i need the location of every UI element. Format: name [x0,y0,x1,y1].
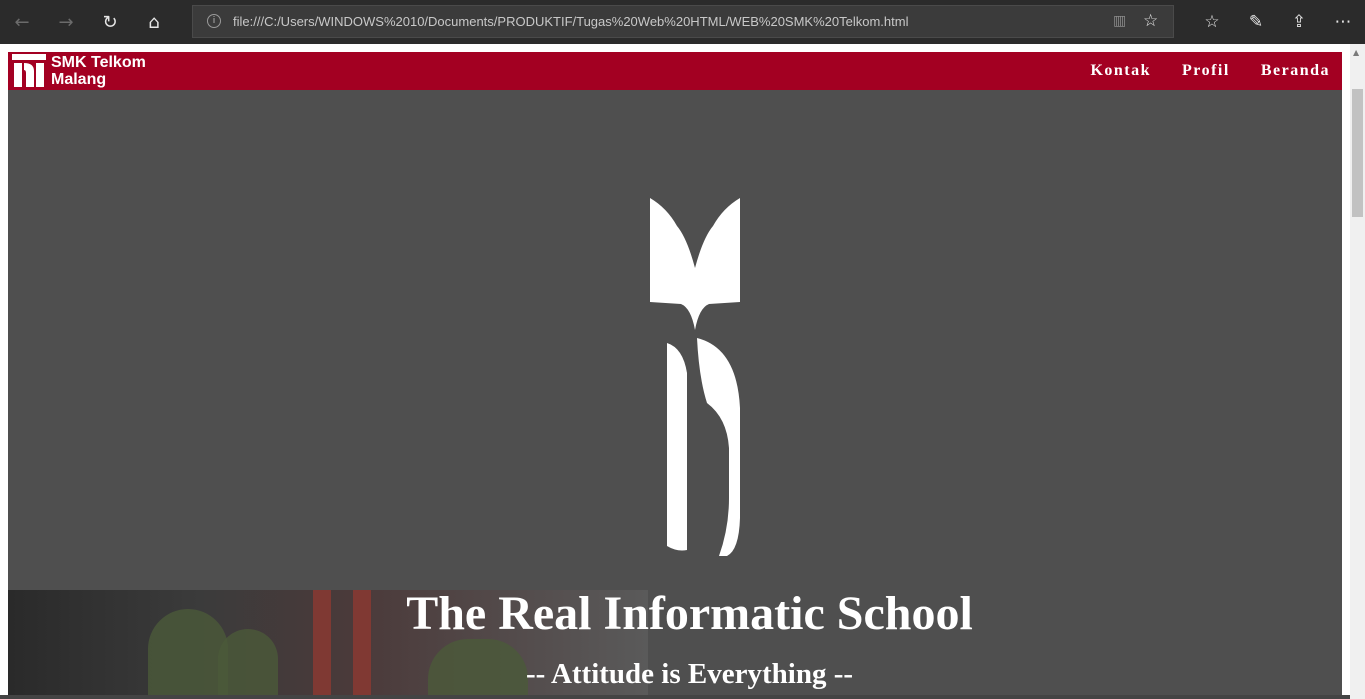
nav-kontak[interactable]: Kontak [1090,62,1151,80]
browser-toolbar: ← → ↻ ⌂ i file:///C:/Users/WINDOWS%2010/… [0,0,1365,44]
forward-arrow-icon[interactable]: → [52,8,80,36]
brand-line-1: SMK Telkom [51,54,146,71]
url-text[interactable]: file:///C:/Users/WINDOWS%2010/Documents/… [233,14,908,29]
hero-subtitle: -- Attitude is Everything -- [525,658,854,690]
more-icon[interactable]: ⋯ [1329,8,1357,36]
info-icon[interactable]: i [207,14,221,28]
nav-profil[interactable]: Profil [1182,62,1230,80]
school-logo-icon[interactable] [11,53,47,89]
page-viewport: SMK Telkom Malang Kontak Profil Beranda [0,44,1350,699]
address-bar[interactable]: i file:///C:/Users/WINDOWS%2010/Document… [192,5,1174,38]
site-header: SMK Telkom Malang Kontak Profil Beranda [8,52,1342,90]
horizontal-scrollbar[interactable] [0,695,1350,699]
favorites-list-icon[interactable]: ☆ [1198,8,1226,36]
back-arrow-icon[interactable]: ← [8,8,36,36]
star-icon[interactable]: ☆ [1143,11,1158,31]
site-nav: Kontak Profil Beranda [1090,62,1330,80]
refresh-icon[interactable]: ↻ [96,8,124,36]
scroll-thumb[interactable] [1352,89,1363,217]
brand-name[interactable]: SMK Telkom Malang [51,54,146,88]
reading-view-icon[interactable]: ▥ [1113,13,1126,29]
brand-line-2: Malang [51,71,107,88]
vertical-scrollbar[interactable]: ▲ [1350,44,1365,699]
hero-logo-icon [650,198,740,556]
nav-beranda[interactable]: Beranda [1261,62,1330,80]
home-icon[interactable]: ⌂ [140,8,168,36]
hero-title: The Real Informatic School [406,587,973,640]
pen-icon[interactable]: ✎ [1242,8,1270,36]
share-icon[interactable]: ⇪ [1285,8,1313,36]
scroll-up-icon[interactable]: ▲ [1353,48,1359,57]
